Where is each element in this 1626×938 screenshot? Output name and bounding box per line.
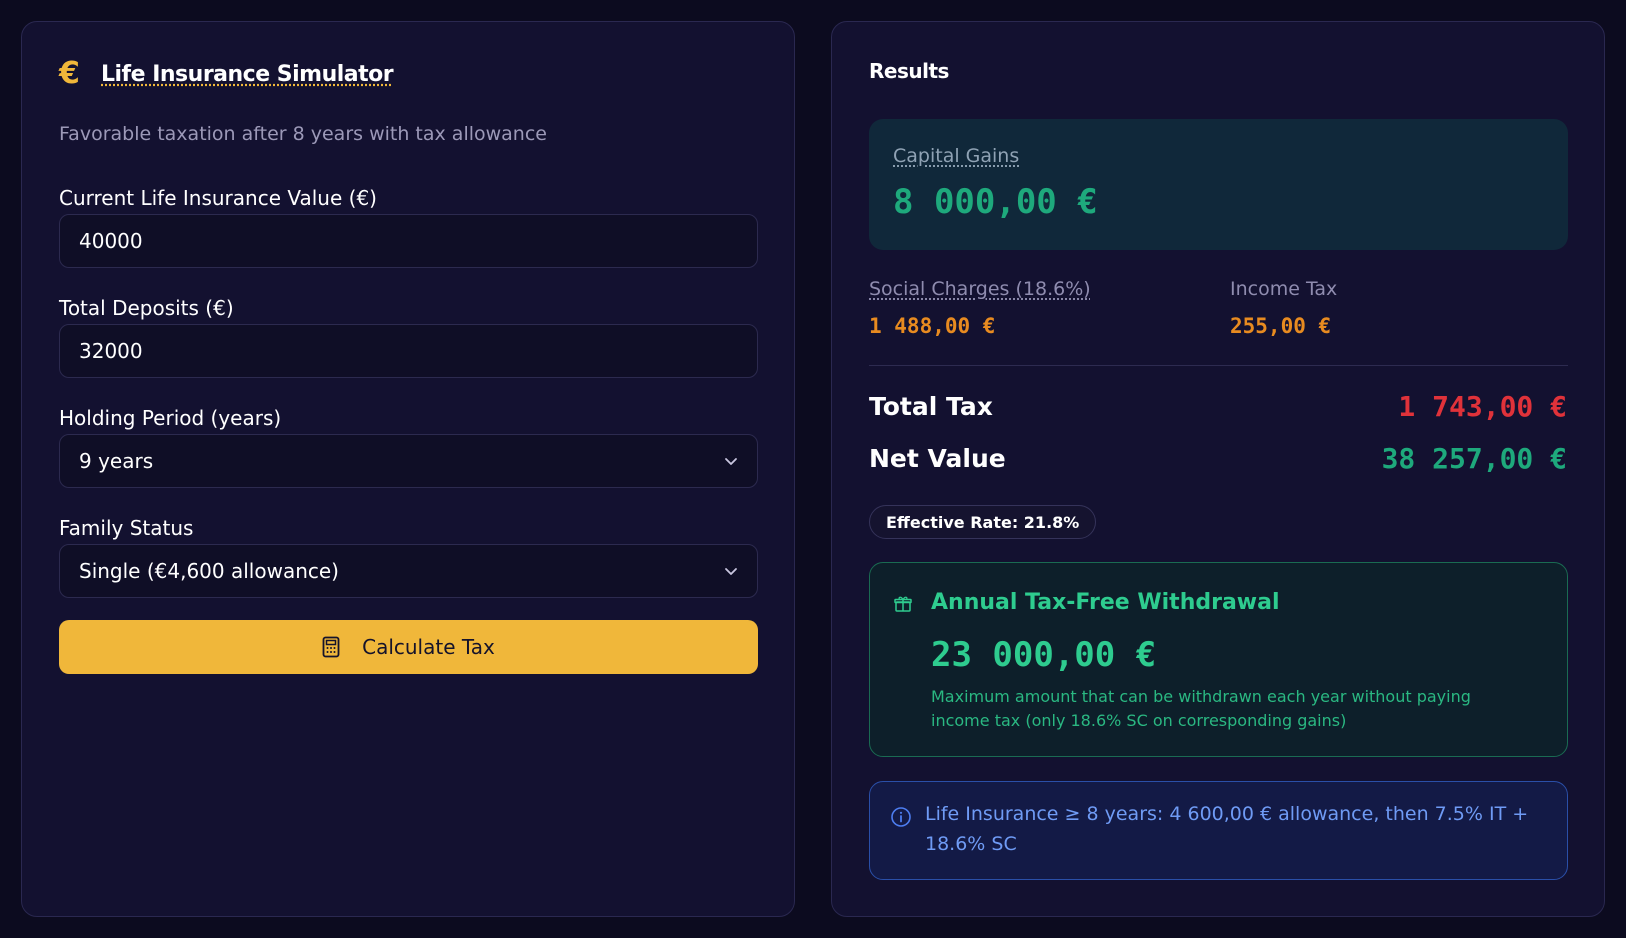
subtitle: Favorable taxation after 8 years with ta…: [59, 123, 547, 145]
net-value-label: Net Value: [869, 444, 1006, 473]
current-value-input[interactable]: 40000: [59, 214, 758, 268]
total-tax-value: 1 743,00 €: [1398, 390, 1567, 423]
gift-icon: [894, 596, 912, 612]
info-icon: [891, 807, 911, 827]
capital-gains-value: 8 000,00 €: [893, 182, 1098, 222]
total-deposits-input[interactable]: 32000: [59, 324, 758, 378]
family-status-label: Family Status: [59, 516, 194, 540]
app-title: Life Insurance Simulator: [101, 61, 394, 87]
chevron-down-icon: [725, 568, 737, 575]
total-deposits-text: 32000: [79, 339, 143, 363]
effective-rate-badge: Effective Rate: 21.8%: [869, 505, 1097, 539]
holding-period-label: Holding Period (years): [59, 406, 282, 430]
social-charges-value: 1 488,00 €: [869, 314, 996, 338]
info-text: Life Insurance ≥ 8 years: 4 600,00 € all…: [925, 803, 1529, 855]
total-deposits-label: Total Deposits (€): [59, 296, 234, 320]
family-status-select[interactable]: Single (€4,600 allowance): [59, 544, 758, 598]
capital-gains-label: Capital Gains: [893, 145, 1020, 167]
simulator-panel: € Life Insurance Simulator Favorable tax…: [21, 21, 795, 917]
results-panel: Results Capital Gains 8 000,00 € Social …: [831, 21, 1605, 917]
income-tax-label: Income Tax: [1230, 278, 1338, 300]
info-note: Life Insurance ≥ 8 years: 4 600,00 € all…: [869, 781, 1568, 880]
income-tax-value: 255,00 €: [1230, 314, 1332, 338]
total-tax-label: Total Tax: [869, 392, 993, 421]
net-value-value: 38 257,00 €: [1381, 442, 1567, 475]
chevron-down-icon: [725, 458, 737, 465]
divider: [869, 365, 1568, 366]
tax-free-value: 23 000,00 €: [931, 635, 1157, 675]
header: € Life Insurance Simulator: [59, 56, 394, 91]
tax-free-description: Maximum amount that can be withdrawn eac…: [931, 687, 1471, 730]
capital-gains-card: Capital Gains 8 000,00 €: [869, 119, 1568, 250]
calculator-icon: [322, 636, 340, 658]
holding-period-select[interactable]: 9 years: [59, 434, 758, 488]
current-value-text: 40000: [79, 229, 143, 253]
current-value-label: Current Life Insurance Value (€): [59, 186, 377, 210]
tax-free-withdrawal-card: Annual Tax-Free Withdrawal 23 000,00 € M…: [869, 562, 1568, 757]
tax-free-title: Annual Tax-Free Withdrawal: [931, 590, 1280, 615]
holding-period-value: 9 years: [79, 449, 154, 473]
social-charges-label: Social Charges (18.6%): [869, 278, 1091, 300]
calculate-tax-label: Calculate Tax: [362, 635, 495, 659]
results-title: Results: [869, 59, 949, 83]
euro-icon: €: [59, 56, 80, 91]
calculate-tax-button[interactable]: Calculate Tax: [59, 620, 758, 674]
family-status-value: Single (€4,600 allowance): [79, 559, 339, 583]
